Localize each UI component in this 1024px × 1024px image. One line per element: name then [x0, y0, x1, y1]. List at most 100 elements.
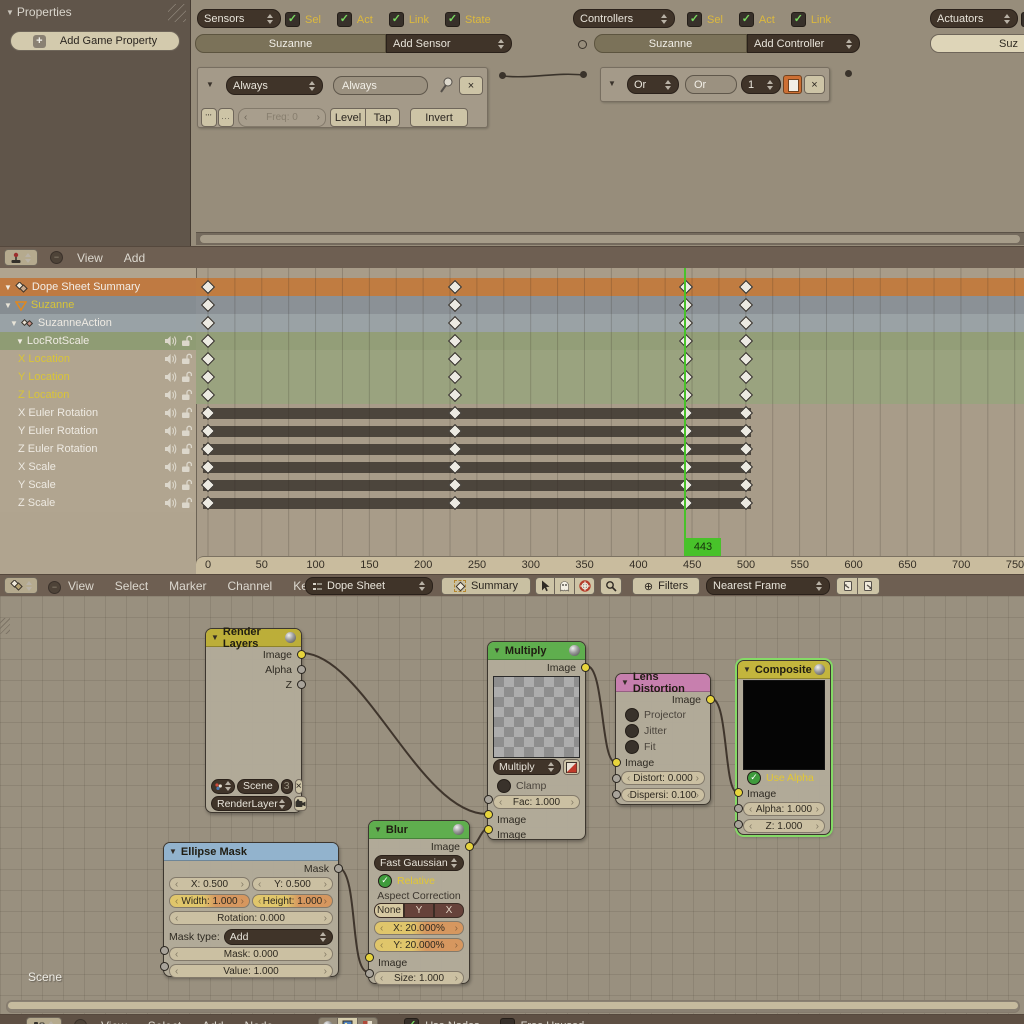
use-alpha-checkbox[interactable]: ✓ [747, 771, 761, 785]
value-slider[interactable]: Height: 1.000 [252, 894, 333, 908]
menu-marker[interactable]: Marker [169, 579, 206, 593]
keyframe-diamond[interactable] [201, 478, 215, 492]
keyframe-diamond[interactable] [448, 478, 462, 492]
channel-z-location[interactable]: Z Location [0, 386, 196, 404]
node-row-pill[interactable]: Value: 1.000 [169, 964, 333, 980]
mute-speaker-icon[interactable] [164, 335, 177, 347]
keyframe-diamond[interactable] [448, 334, 462, 348]
frame-ruler[interactable]: 0501001502002503003504004505005506006507… [196, 556, 1024, 575]
node-row-pill[interactable]: Fac: 1.000 [493, 795, 580, 811]
value-slider[interactable]: Value: 1.000 [169, 964, 333, 978]
node-ellipse[interactable]: ▼Ellipse MaskMaskX: 0.500Y: 0.500Width: … [163, 842, 339, 977]
mute-speaker-icon[interactable] [164, 371, 177, 383]
editor-type-button[interactable] [4, 249, 38, 266]
node-socket-gray[interactable] [734, 820, 743, 829]
filters-button[interactable]: ⊕ Filters [632, 577, 700, 595]
keyframe-diamond[interactable] [201, 280, 215, 294]
lock-icon[interactable] [181, 335, 193, 347]
scene-name-field[interactable]: Scene [237, 779, 279, 794]
header-collapse-circle[interactable]: − [48, 581, 61, 594]
fit-checkbox[interactable] [625, 740, 639, 754]
value-slider[interactable]: Rotation: 0.000 [169, 911, 333, 925]
node-row-pill[interactable]: Dispersi: 0.100 [621, 788, 705, 804]
collapse-triangle-icon[interactable]: ▼ [493, 646, 501, 655]
node-row-pill[interactable]: Z: 1.000 [743, 819, 825, 835]
value-slider[interactable]: Alpha: 1.000 [743, 802, 825, 816]
use-nodes-checkbox[interactable]: ✓ [404, 1018, 419, 1024]
relative-checkbox[interactable]: ✓ [378, 874, 392, 888]
mute-speaker-icon[interactable] [164, 407, 177, 419]
controller-state-icon[interactable] [783, 75, 802, 94]
compositing-nodes-toggle[interactable] [338, 1017, 358, 1024]
lock-icon[interactable] [181, 407, 193, 419]
logic-scrollbar[interactable] [196, 232, 1024, 245]
value-slider[interactable]: Z: 1.000 [743, 819, 825, 833]
value-slider[interactable]: Y: 0.500 [252, 877, 333, 891]
value-slider[interactable]: Y: 20.000% [374, 938, 464, 952]
collapse-triangle-icon[interactable]: ▼ [608, 79, 616, 88]
node-row-label[interactable]: Aspect Correction [369, 889, 469, 902]
node-composite[interactable]: ▼Composite✓Use AlphaImageAlpha: 1.000Z: … [737, 660, 831, 835]
menu-view[interactable]: View [77, 251, 103, 265]
mask-type-dropdown[interactable]: Add [224, 929, 333, 945]
node-header[interactable]: ▼Lens Distortion [616, 674, 710, 692]
node-socket-yellow[interactable] [734, 788, 743, 797]
texture-nodes-toggle[interactable] [358, 1017, 378, 1024]
value-slider[interactable]: Width: 1.000 [169, 894, 250, 908]
menu-select[interactable]: Select [115, 579, 148, 593]
node-socket-gray[interactable] [334, 864, 343, 873]
alpha-swatch-icon[interactable] [563, 759, 580, 775]
keyframe-diamond[interactable] [448, 298, 462, 312]
keyframe-diamond[interactable] [739, 298, 753, 312]
node-socket-gray[interactable] [160, 962, 169, 971]
lock-icon[interactable] [181, 389, 193, 401]
node-socket-yellow[interactable] [484, 810, 493, 819]
node-socket-gray[interactable] [612, 774, 621, 783]
collapse-triangle-icon[interactable]: ▼ [621, 678, 629, 687]
node-row-menu[interactable]: Fast Gaussian [369, 855, 469, 873]
node-row-pill[interactable]: Alpha: 1.000 [743, 802, 825, 818]
lock-icon[interactable] [181, 461, 193, 473]
node-row-check[interactable]: Jitter [616, 723, 710, 739]
keyframe-diamond[interactable] [739, 496, 753, 510]
controller-name-field[interactable]: Or [685, 75, 737, 94]
node-socket-yellow[interactable] [484, 825, 493, 834]
node-row-btnrow[interactable]: NoneYX [374, 903, 464, 920]
menu-add[interactable]: Add [124, 251, 145, 265]
editor-type-button[interactable] [26, 1017, 62, 1024]
value-slider[interactable]: Dispersi: 0.100 [621, 788, 705, 802]
node-row-in[interactable]: Image [369, 955, 469, 970]
channel-x-location[interactable]: X Location [0, 350, 196, 368]
channel-dope-sheet-summary[interactable]: ▼Dope Sheet Summary [0, 278, 196, 296]
users-count[interactable]: 3 [281, 779, 293, 794]
aspect-x-button[interactable]: X [434, 903, 464, 918]
node-row-menu_cam[interactable]: RenderLayer [211, 795, 296, 812]
copy-keyframes-button[interactable] [836, 577, 858, 595]
node-socket-yellow[interactable] [581, 663, 590, 672]
node-header[interactable]: ▼Blur [369, 821, 469, 839]
channel-x-scale[interactable]: X Scale [0, 458, 196, 476]
keyframe-diamond[interactable] [448, 280, 462, 294]
value-slider[interactable]: X: 0.500 [169, 877, 250, 891]
menu-channel[interactable]: Channel [228, 579, 273, 593]
show-errors-toggle[interactable] [575, 577, 595, 595]
collapse-triangle-icon[interactable]: ▼ [211, 633, 219, 642]
keyframe-diamond[interactable] [739, 316, 753, 330]
clamp-checkbox[interactable] [497, 779, 511, 793]
keyframe-diamond[interactable] [201, 316, 215, 330]
free-unused-checkbox[interactable]: ✓ [500, 1018, 515, 1024]
keyframe-diamond[interactable] [201, 460, 215, 474]
keyframe-diamond[interactable] [201, 496, 215, 510]
current-frame-line[interactable] [684, 268, 686, 556]
expand-triangle-icon[interactable]: ▼ [16, 337, 24, 346]
node-row-out[interactable]: Image [488, 660, 585, 675]
keyframe-grid[interactable]: 443 [196, 268, 1024, 556]
node-row-menu_swatch[interactable]: Multiply [493, 759, 580, 777]
node-render_layers[interactable]: ▼Render LayersImageAlphaZScene3×RenderLa… [205, 628, 302, 813]
node-row-out[interactable]: Alpha [206, 662, 301, 677]
channel-y-location[interactable]: Y Location [0, 368, 196, 386]
keyframe-diamond[interactable] [739, 334, 753, 348]
value-slider[interactable]: Distort: 0.000 [621, 771, 705, 785]
keyframe-diamond[interactable] [201, 406, 215, 420]
node-dropdown[interactable]: Fast Gaussian [374, 855, 464, 871]
